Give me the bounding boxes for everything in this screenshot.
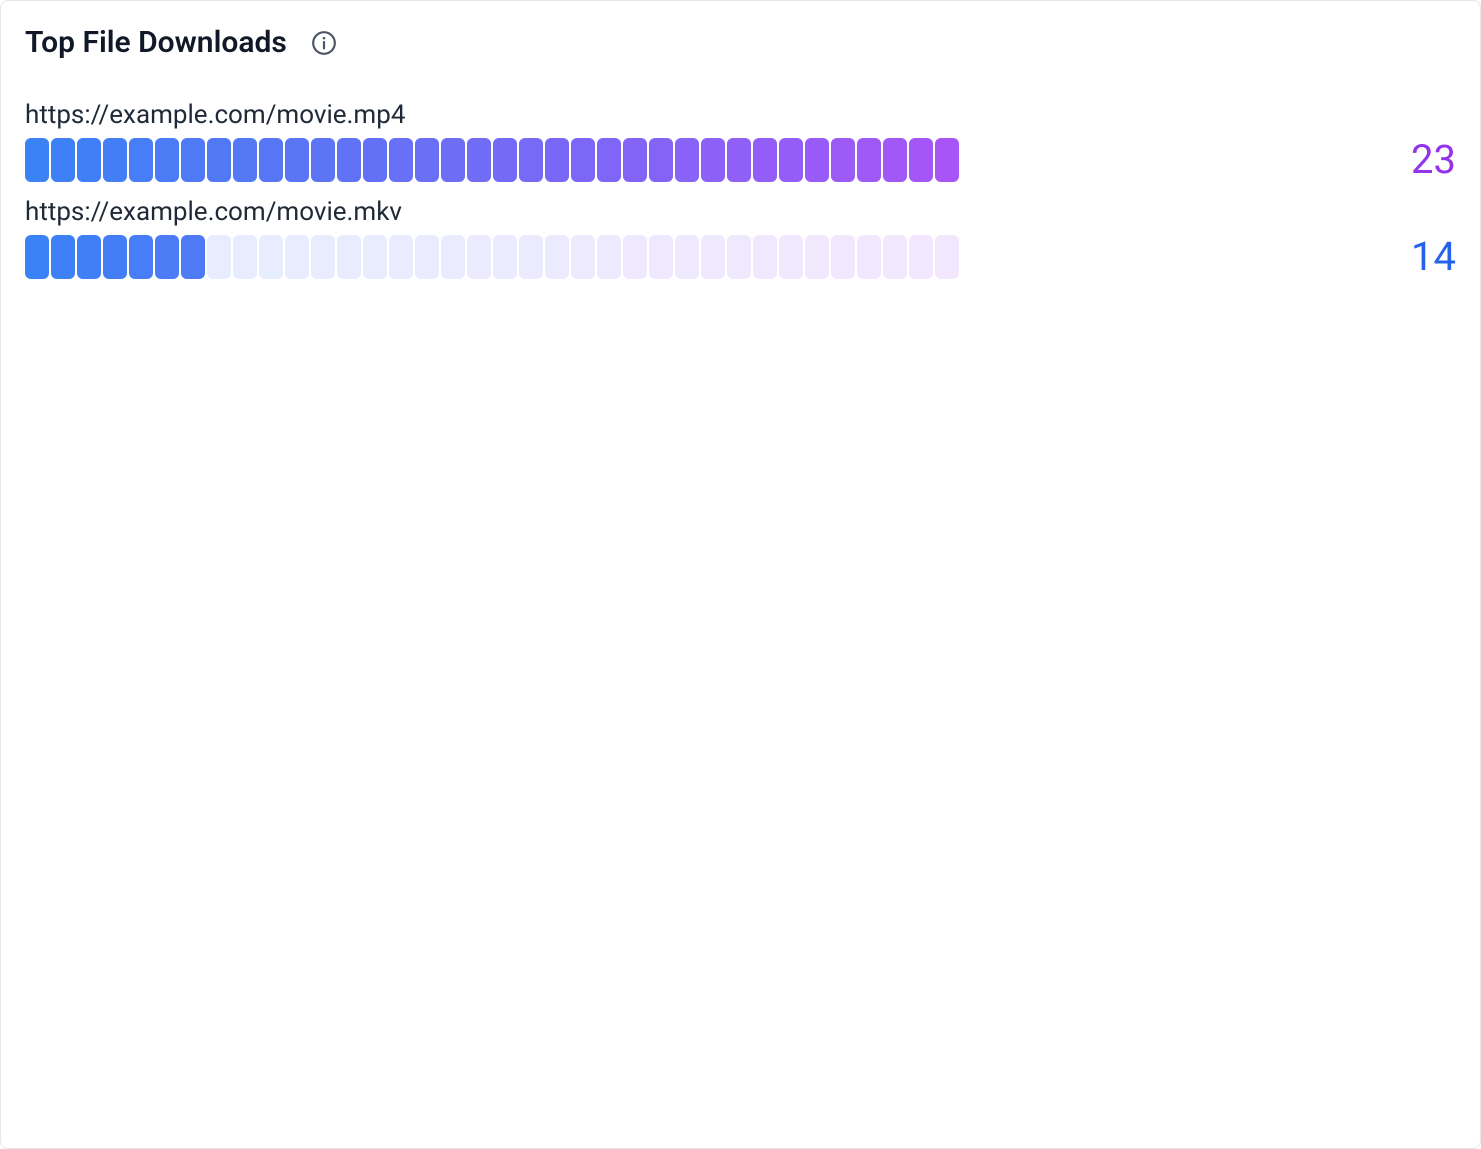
bar-segment-bg bbox=[701, 235, 725, 279]
bar-segment-fill bbox=[155, 235, 179, 279]
download-count: 14 bbox=[1256, 233, 1456, 280]
download-rows: https://example.com/movie.mp423https://e… bbox=[25, 100, 1456, 280]
bar-segment-fill bbox=[753, 138, 777, 182]
bar-segment-bg bbox=[415, 235, 439, 279]
bar-segment-fill bbox=[25, 235, 49, 279]
bar-segment-fill bbox=[103, 235, 127, 279]
top-file-downloads-panel: Top File Downloads https://example.com/m… bbox=[0, 0, 1481, 1149]
bar-segment-fill bbox=[415, 138, 439, 182]
bar-segment-bg bbox=[909, 235, 933, 279]
bar-segment-fill bbox=[909, 138, 933, 182]
bar-segment-fill bbox=[337, 138, 361, 182]
bar-segment-bg bbox=[441, 235, 465, 279]
bar-segment-bg bbox=[675, 235, 699, 279]
bar-segment-bg bbox=[623, 235, 647, 279]
bar-segment-bg bbox=[779, 235, 803, 279]
bar-segment-fill bbox=[181, 235, 205, 279]
bar-segment-bg bbox=[831, 235, 855, 279]
bar-segment-bg bbox=[519, 235, 543, 279]
bar-segment-bg bbox=[467, 235, 491, 279]
bar-segment-fill bbox=[77, 138, 101, 182]
bar-segment-fill bbox=[883, 138, 907, 182]
bar-segment-fill bbox=[545, 138, 569, 182]
bar-segment-bg bbox=[233, 235, 257, 279]
bar-segment-fill bbox=[155, 138, 179, 182]
bar-segment-bg bbox=[883, 235, 907, 279]
bar-segment-fill bbox=[207, 138, 231, 182]
download-url: https://example.com/movie.mkv bbox=[25, 197, 1456, 227]
panel-header: Top File Downloads bbox=[25, 25, 1456, 60]
bar-segment-fill bbox=[467, 138, 491, 182]
bar-segment-fill bbox=[129, 138, 153, 182]
bar-segment-fill bbox=[363, 138, 387, 182]
bar-segment-fill bbox=[519, 138, 543, 182]
bar-segment-bg bbox=[857, 235, 881, 279]
bar-segment-bg bbox=[493, 235, 517, 279]
bar-segment-fill bbox=[597, 138, 621, 182]
bar-segment-fill bbox=[103, 138, 127, 182]
bar-segment-bg bbox=[311, 235, 335, 279]
download-bar bbox=[25, 138, 959, 182]
bar-segment-fill bbox=[805, 138, 829, 182]
download-count: 23 bbox=[1256, 136, 1456, 183]
bar-segment-bg bbox=[207, 235, 231, 279]
bar-segment-fill bbox=[259, 138, 283, 182]
bar-segment-fill bbox=[311, 138, 335, 182]
bar-segment-fill bbox=[493, 138, 517, 182]
bar-segment-fill bbox=[831, 138, 855, 182]
bar-segment-fill bbox=[25, 138, 49, 182]
bar-segment-fill bbox=[727, 138, 751, 182]
bar-segment-bg bbox=[727, 235, 751, 279]
bar-segment-fill bbox=[649, 138, 673, 182]
bar-segment-bg bbox=[597, 235, 621, 279]
bar-segment-fill bbox=[389, 138, 413, 182]
bar-segment-bg bbox=[649, 235, 673, 279]
bar-segment-bg bbox=[753, 235, 777, 279]
bar-segment-bg bbox=[571, 235, 595, 279]
bar-segment-fill bbox=[441, 138, 465, 182]
bar-segment-fill bbox=[129, 235, 153, 279]
info-icon[interactable] bbox=[311, 30, 337, 56]
download-row-body: 23 bbox=[25, 136, 1456, 183]
bar-segment-bg bbox=[337, 235, 361, 279]
bar-segment-bg bbox=[805, 235, 829, 279]
bar-segment-fill bbox=[857, 138, 881, 182]
panel-title: Top File Downloads bbox=[25, 25, 287, 60]
bar-segment-fill bbox=[779, 138, 803, 182]
bar-segment-bg bbox=[935, 235, 959, 279]
bar-segment-fill bbox=[233, 138, 257, 182]
download-row: https://example.com/movie.mp4 23 bbox=[25, 100, 1456, 183]
bar-segment-bg bbox=[259, 235, 283, 279]
bar-segment-fill bbox=[675, 138, 699, 182]
download-row-body: 14 bbox=[25, 233, 1456, 280]
bar-segment-fill bbox=[935, 138, 959, 182]
bar-segment-fill bbox=[571, 138, 595, 182]
bar-segment-bg bbox=[545, 235, 569, 279]
bar-segment-fill bbox=[181, 138, 205, 182]
download-row: https://example.com/movie.mkv 14 bbox=[25, 197, 1456, 280]
bar-segment-fill bbox=[701, 138, 725, 182]
bar-segment-fill bbox=[51, 138, 75, 182]
bar-segment-bg bbox=[285, 235, 309, 279]
download-bar bbox=[25, 235, 959, 279]
bar-segment-bg bbox=[363, 235, 387, 279]
download-url: https://example.com/movie.mp4 bbox=[25, 100, 1456, 130]
bar-segment-fill bbox=[285, 138, 309, 182]
bar-segment-bg bbox=[389, 235, 413, 279]
bar-segment-fill bbox=[51, 235, 75, 279]
bar-segment-fill bbox=[77, 235, 101, 279]
bar-segment-fill bbox=[623, 138, 647, 182]
